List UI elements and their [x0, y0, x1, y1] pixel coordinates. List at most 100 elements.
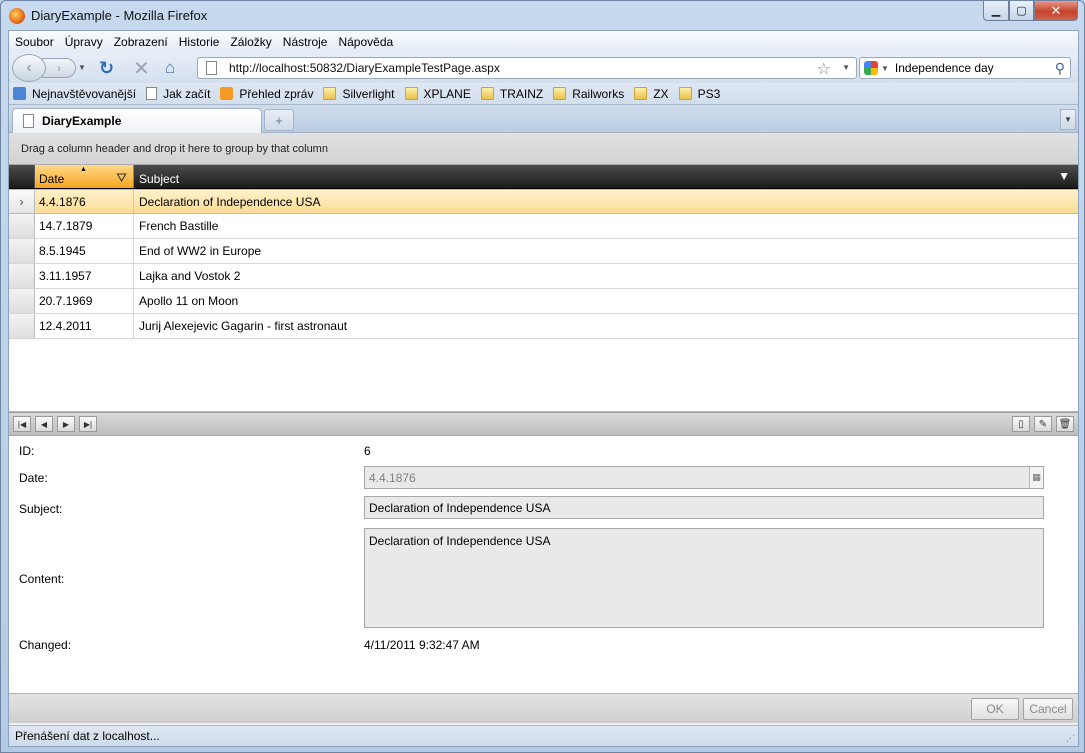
tab-diaryexample[interactable]: DiaryExample: [12, 108, 262, 133]
next-icon: ▶: [62, 419, 70, 429]
address-url[interactable]: http://localhost:50832/DiaryExampleTestP…: [229, 61, 500, 75]
previous-record-button[interactable]: ◀: [35, 416, 53, 432]
ok-button[interactable]: OK: [971, 698, 1019, 720]
folder-icon: [404, 87, 418, 100]
tab-list-button[interactable]: ▼: [1060, 109, 1076, 130]
folder-icon: [323, 87, 337, 100]
subject-field[interactable]: Declaration of Independence USA: [364, 496, 1044, 519]
menu-historie[interactable]: Historie: [179, 35, 220, 49]
table-row[interactable]: 3.11.1957 Lajka and Vostok 2: [9, 264, 1078, 289]
cell-date[interactable]: 20.7.1969: [35, 289, 134, 313]
bookmark-railworks[interactable]: Railworks: [553, 87, 624, 101]
close-button[interactable]: ✕: [1034, 1, 1078, 21]
page-icon: [146, 87, 158, 100]
bookmark-xplane[interactable]: XPLANE: [404, 87, 471, 101]
last-record-button[interactable]: ▶|: [79, 416, 97, 432]
cell-subject[interactable]: End of WW2 in Europe: [134, 239, 1078, 263]
minimize-button[interactable]: ▁: [983, 1, 1009, 21]
reload-icon[interactable]: ↻: [99, 58, 114, 79]
id-label: ID:: [19, 444, 35, 458]
table-row[interactable]: › 4.4.1876 Declaration of Independence U…: [9, 189, 1078, 214]
navigation-toolbar: › ‹ ▼ ↻ ✕ ⌂ http://localhost:50832/Diary…: [9, 53, 1078, 83]
add-record-button[interactable]: ▯: [1012, 416, 1030, 432]
maximize-button[interactable]: ▢: [1009, 1, 1034, 21]
cell-subject[interactable]: Lajka and Vostok 2: [134, 264, 1078, 288]
cell-date[interactable]: 3.11.1957: [35, 264, 134, 288]
bookmark-label: Jak začít: [163, 86, 211, 101]
title-bar: DiaryExample - Mozilla Firefox ▁ ▢ ✕: [1, 1, 1084, 30]
menu-bar: Soubor Úpravy Zobrazení Historie Záložky…: [9, 31, 1078, 53]
back-forward-group: › ‹ ▼: [12, 54, 88, 82]
bookmark-ps3[interactable]: PS3: [678, 87, 720, 101]
cell-date[interactable]: 14.7.1879: [35, 214, 134, 238]
menu-zalozky[interactable]: Záložky: [230, 35, 271, 49]
cell-date[interactable]: 8.5.1945: [35, 239, 134, 263]
table-row[interactable]: 14.7.1879 French Bastille: [9, 214, 1078, 239]
cell-date[interactable]: 12.4.2011: [35, 314, 134, 338]
bookmark-prehled-zprav[interactable]: Přehled zpráv: [220, 87, 313, 101]
row-indicator: [9, 314, 35, 338]
forward-arrow-icon: ›: [57, 61, 61, 75]
calendar-icon[interactable]: ▦: [1029, 467, 1043, 488]
changed-value: 4/11/2011 9:32:47 AM: [364, 638, 480, 652]
forward-button[interactable]: ›: [42, 58, 76, 78]
cell-subject[interactable]: Jurij Alexejevic Gagarin - first astrona…: [134, 314, 1078, 338]
url-dropdown-icon[interactable]: ▼: [842, 63, 850, 72]
search-icon[interactable]: ⚲: [1055, 60, 1065, 77]
resize-grip-icon[interactable]: ⋰: [1066, 733, 1075, 744]
menu-soubor[interactable]: Soubor: [15, 35, 54, 49]
address-bar[interactable]: http://localhost:50832/DiaryExampleTestP…: [197, 57, 857, 79]
menu-upravy[interactable]: Úpravy: [65, 35, 103, 49]
new-document-icon: ▯: [1018, 418, 1024, 430]
stop-icon[interactable]: ✕: [133, 56, 150, 81]
row-indicator: [9, 264, 35, 288]
back-button[interactable]: ‹: [12, 54, 46, 82]
cell-subject[interactable]: Apollo 11 on Moon: [134, 289, 1078, 313]
new-tab-button[interactable]: +: [264, 109, 294, 131]
column-header-label: Date: [39, 171, 65, 186]
cell-subject[interactable]: Declaration of Independence USA: [134, 190, 1078, 213]
menu-napoveda[interactable]: Nápověda: [338, 35, 393, 49]
home-icon[interactable]: ⌂: [165, 58, 175, 78]
cell-subject[interactable]: French Bastille: [134, 214, 1078, 238]
google-icon[interactable]: [864, 61, 878, 75]
grid-header: Date ▲ ⛛ Subject ▼: [9, 165, 1078, 189]
search-engine-dropdown-icon[interactable]: ▼: [881, 64, 889, 73]
row-indicator: [9, 239, 35, 263]
next-record-button[interactable]: ▶: [57, 416, 75, 432]
column-header-subject[interactable]: Subject ▼: [134, 165, 1078, 188]
bookmark-star-icon[interactable]: ☆: [817, 59, 831, 79]
first-record-button[interactable]: |◀: [13, 416, 31, 432]
filter-icon[interactable]: ⛛: [116, 170, 127, 186]
search-query[interactable]: Independence day: [895, 61, 994, 75]
edit-buttons: ▯ ✎ 🗑: [1008, 416, 1074, 432]
bookmark-zx[interactable]: ZX: [634, 87, 669, 101]
table-row[interactable]: 8.5.1945 End of WW2 in Europe: [9, 239, 1078, 264]
menu-zobrazeni[interactable]: Zobrazení: [114, 35, 168, 49]
column-header-label: Subject: [139, 171, 180, 186]
delete-record-button[interactable]: 🗑: [1056, 416, 1074, 432]
content-field[interactable]: Declaration of Independence USA: [364, 528, 1044, 628]
bookmark-jak-zacit[interactable]: Jak začít: [146, 87, 210, 101]
column-header-date[interactable]: Date ▲ ⛛: [35, 165, 134, 188]
table-row[interactable]: 20.7.1969 Apollo 11 on Moon: [9, 289, 1078, 314]
window-title: DiaryExample - Mozilla Firefox: [31, 8, 208, 23]
bookmark-label: TRAINZ: [499, 86, 544, 101]
date-value: 4.4.1876: [369, 470, 416, 485]
history-dropdown-icon[interactable]: ▼: [78, 63, 86, 72]
page-icon: [23, 114, 34, 128]
bookmark-silverlight[interactable]: Silverlight: [323, 87, 395, 101]
bookmark-most-visited[interactable]: Nejnavštěvovanější: [13, 87, 136, 101]
sort-ascending-icon: ▲: [80, 166, 87, 173]
content-label: Content:: [19, 572, 65, 586]
edit-record-button[interactable]: ✎: [1034, 416, 1052, 432]
search-bar[interactable]: ▼ Independence day ⚲: [859, 57, 1071, 79]
cancel-button[interactable]: Cancel: [1023, 698, 1073, 720]
group-by-panel[interactable]: Drag a column header and drop it here to…: [9, 133, 1078, 165]
filter-icon[interactable]: ▼: [1058, 169, 1070, 183]
cell-date[interactable]: 4.4.1876: [35, 190, 134, 213]
menu-nastroje[interactable]: Nástroje: [283, 35, 328, 49]
bookmark-trainz[interactable]: TRAINZ: [480, 86, 544, 101]
date-field[interactable]: 4.4.1876 ▦: [364, 466, 1044, 489]
table-row[interactable]: 12.4.2011 Jurij Alexejevic Gagarin - fir…: [9, 314, 1078, 339]
